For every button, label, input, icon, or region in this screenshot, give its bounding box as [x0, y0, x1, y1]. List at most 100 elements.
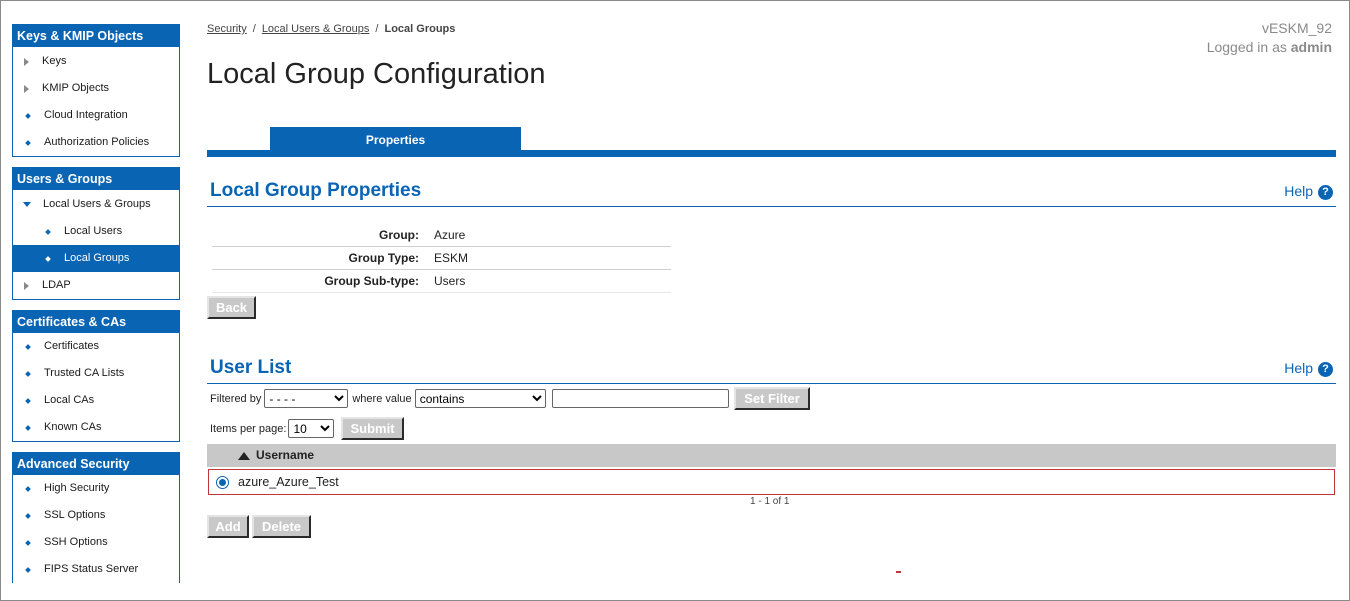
- pagination-text: 1 - 1 of 1: [750, 496, 790, 507]
- page-frame: [0, 0, 1350, 601]
- property-value: Azure: [434, 228, 466, 242]
- sidebar-item-label: Trusted CA Lists: [44, 367, 125, 379]
- page-title: Local Group Configuration: [207, 58, 546, 90]
- sidebar-item-ldap[interactable]: LDAP: [13, 272, 179, 299]
- property-row-group-type: Group Type: ESKM: [212, 247, 671, 270]
- triangle-right-icon: [24, 281, 29, 290]
- row-username: azure_Azure_Test: [238, 475, 339, 489]
- property-value: ESKM: [434, 251, 469, 265]
- table-header: Username: [207, 444, 1336, 467]
- filter-condition-select[interactable]: contains: [414, 389, 546, 408]
- items-per-page-row: Items per page: 10: [210, 419, 335, 438]
- breadcrumb-separator: /: [252, 23, 256, 35]
- back-button[interactable]: Back: [207, 296, 256, 319]
- property-value: Users: [434, 274, 466, 288]
- properties-table: Group: Azure Group Type: ESKM Group Sub-…: [212, 224, 671, 293]
- add-button[interactable]: Add: [207, 515, 249, 538]
- host-name: vESKM_92: [1261, 20, 1332, 36]
- breadcrumb-current: Local Groups: [384, 23, 456, 35]
- sidebar-section-keys: Keys & KMIP Objects Keys KMIP Objects Cl…: [12, 24, 180, 157]
- sidebar-section-title[interactable]: Keys & KMIP Objects: [13, 25, 179, 47]
- sidebar-section-users-groups: Users & Groups Local Users & Groups Loca…: [12, 167, 180, 300]
- where-value-label: where value: [352, 392, 412, 405]
- help-label: Help: [1284, 360, 1313, 376]
- property-row-group: Group: Azure: [212, 224, 671, 247]
- property-label: Group:: [379, 228, 419, 242]
- sidebar-item-local-cas[interactable]: Local CAs: [13, 387, 179, 414]
- sidebar-item-authorization-policies[interactable]: Authorization Policies: [13, 129, 179, 156]
- sort-ascending-icon[interactable]: [238, 451, 250, 460]
- help-label: Help: [1284, 183, 1313, 199]
- user-info: vESKM_92 Logged in as admin: [1207, 19, 1332, 57]
- help-icon: ?: [1318, 185, 1333, 200]
- sidebar-item-ssh-options[interactable]: SSH Options: [13, 529, 179, 556]
- sidebar-item-ssl-options[interactable]: SSL Options: [13, 502, 179, 529]
- sidebar-item-fips-status-server[interactable]: FIPS Status Server: [13, 556, 179, 583]
- filter-value-input[interactable]: [551, 389, 729, 408]
- logged-in-status: Logged in as admin: [1207, 38, 1332, 57]
- properties-help-link[interactable]: Help?: [1284, 182, 1333, 200]
- bullet-icon: [25, 343, 31, 350]
- bullet-icon: [45, 228, 51, 235]
- bullet-icon: [25, 112, 31, 119]
- sidebar-item-label: Local Users & Groups: [43, 198, 151, 210]
- sidebar: Keys & KMIP Objects Keys KMIP Objects Cl…: [12, 24, 180, 593]
- sidebar-item-certificates[interactable]: Certificates: [13, 333, 179, 360]
- sidebar-item-known-cas[interactable]: Known CAs: [13, 414, 179, 441]
- table-row[interactable]: azure_Azure_Test: [208, 469, 1335, 495]
- sidebar-item-label: KMIP Objects: [42, 82, 110, 94]
- triangle-right-icon: [24, 84, 29, 93]
- username: admin: [1290, 39, 1332, 55]
- sidebar-section-title[interactable]: Advanced Security: [13, 453, 179, 475]
- sidebar-item-keys[interactable]: Keys: [13, 48, 179, 75]
- sidebar-item-local-groups[interactable]: Local Groups: [13, 245, 179, 272]
- sidebar-item-label: Authorization Policies: [44, 136, 150, 148]
- help-icon: ?: [1318, 362, 1333, 377]
- delete-button[interactable]: Delete: [252, 515, 311, 538]
- property-label: Group Sub-type:: [324, 274, 419, 288]
- sidebar-item-kmip-objects[interactable]: KMIP Objects: [13, 75, 179, 102]
- sidebar-item-label: Local Users: [64, 225, 123, 237]
- submit-button[interactable]: Submit: [341, 417, 404, 440]
- sidebar-item-local-users-groups[interactable]: Local Users & Groups: [13, 191, 179, 218]
- properties-section-header: Local Group Properties Help?: [207, 180, 1336, 207]
- sidebar-item-label: Keys: [42, 55, 67, 67]
- row-select-radio[interactable]: [216, 475, 229, 489]
- tab-bar: [207, 150, 1336, 157]
- sidebar-item-label: SSL Options: [44, 509, 106, 521]
- red-dash-mark: [896, 571, 901, 573]
- sidebar-item-label: FIPS Status Server: [44, 563, 139, 575]
- property-row-group-sub-type: Group Sub-type: Users: [212, 270, 671, 293]
- sidebar-item-label: SSH Options: [44, 536, 108, 548]
- bullet-icon: [25, 370, 31, 377]
- sidebar-item-high-security[interactable]: High Security: [13, 475, 179, 502]
- sidebar-item-cloud-integration[interactable]: Cloud Integration: [13, 102, 179, 129]
- sidebar-item-local-users[interactable]: Local Users: [13, 218, 179, 245]
- bullet-icon: [25, 485, 31, 492]
- bullet-icon: [25, 424, 31, 431]
- breadcrumb-link-security[interactable]: Security: [207, 23, 247, 35]
- sidebar-item-label: Local Groups: [64, 252, 130, 264]
- column-header-username[interactable]: Username: [256, 444, 314, 467]
- filtered-by-label: Filtered by: [210, 392, 262, 405]
- sidebar-item-label: Certificates: [44, 340, 100, 352]
- sidebar-section-title[interactable]: Users & Groups: [13, 168, 179, 190]
- breadcrumb: Security / Local Users & Groups / Local Grou…: [207, 23, 455, 35]
- items-per-page-select[interactable]: 10: [288, 419, 335, 438]
- user-list-help-link[interactable]: Help?: [1284, 359, 1333, 377]
- bullet-icon: [25, 397, 31, 404]
- sidebar-section-title[interactable]: Certificates & CAs: [13, 311, 179, 333]
- bullet-icon: [25, 539, 31, 546]
- sidebar-item-label: Known CAs: [44, 421, 102, 433]
- set-filter-button[interactable]: Set Filter: [734, 387, 810, 410]
- sidebar-item-trusted-ca-lists[interactable]: Trusted CA Lists: [13, 360, 179, 387]
- breadcrumb-link-local-users-groups[interactable]: Local Users & Groups: [262, 23, 370, 35]
- filter-field-select[interactable]: - - - -: [264, 389, 349, 408]
- tab-properties[interactable]: Properties: [270, 127, 521, 151]
- items-per-page-label: Items per page:: [210, 422, 287, 435]
- sidebar-item-label: Local CAs: [44, 394, 95, 406]
- sidebar-item-label: LDAP: [42, 279, 71, 291]
- bullet-icon: [25, 566, 31, 573]
- user-list-title: User List: [210, 357, 292, 378]
- filter-row: Filtered by - - - - where value contains: [210, 389, 729, 408]
